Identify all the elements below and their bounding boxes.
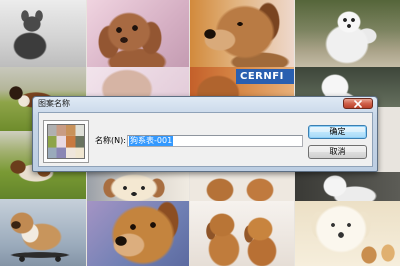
photo-tile-puppies-strip — [190, 172, 294, 201]
photo-lettering: CERNFI — [236, 69, 294, 84]
photo-tile-dog-face — [190, 0, 294, 67]
name-input[interactable]: 狗系表-001 — [127, 135, 303, 147]
photo-tile-dog-face-2 — [87, 201, 189, 266]
name-input-value: 狗系表-001 — [129, 136, 174, 146]
photo-tile-poodle — [87, 0, 189, 67]
name-label: 名称(N): — [95, 136, 126, 145]
dialog-content: 名称(N): 狗系表-001 确定 取消 — [38, 112, 373, 167]
photo-tile-white-dog-strip — [295, 172, 400, 201]
pattern-name-dialog: 图案名称 名称(N): 狗系表-001 确定 取消 — [32, 96, 378, 172]
photo-tile-cat — [0, 0, 86, 67]
ok-button[interactable]: 确定 — [308, 125, 367, 139]
pattern-thumbnail — [44, 121, 88, 162]
photo-tile-samoyed — [295, 0, 400, 67]
photo-tile-two-puppies — [190, 201, 294, 266]
cancel-button[interactable]: 取消 — [308, 145, 367, 159]
photo-tile-puppy-face — [87, 172, 189, 201]
photo-tile-bulldog-skateboard — [0, 199, 86, 266]
close-icon — [354, 99, 362, 108]
dialog-title: 图案名称 — [38, 99, 70, 108]
close-button[interactable] — [343, 98, 373, 109]
photo-tile-white-dog-with-puppies — [295, 201, 400, 266]
